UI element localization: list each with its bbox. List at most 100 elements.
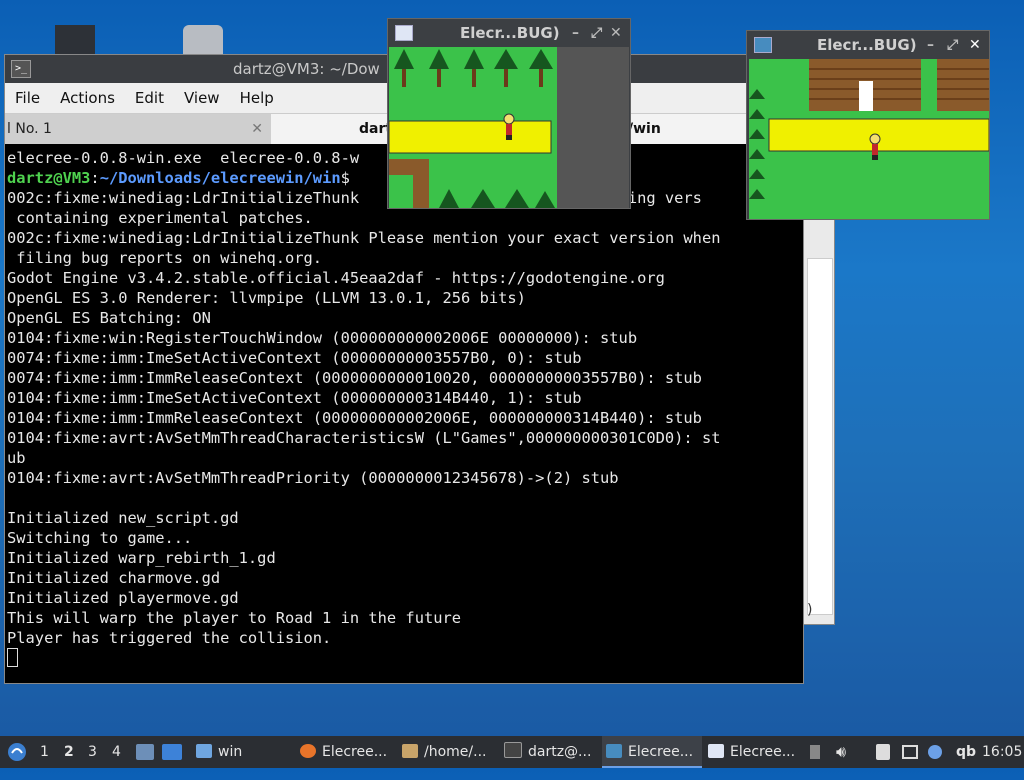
game-window-2[interactable]: Elecr...BUG) – ⤢ ✕ <box>746 30 990 220</box>
workspace-3[interactable]: 3 <box>88 736 97 768</box>
terminal-line-segment: 0104:fixme:imm:ImmReleaseContext (000000… <box>7 409 702 427</box>
game-window-1-title: Elecr...BUG) <box>460 24 560 42</box>
terminal-line: filing bug reports on winehq.org. <box>7 248 801 268</box>
taskbar-app-godot-label: Elecree... <box>628 744 694 760</box>
workspace-1[interactable]: 1 <box>40 736 49 768</box>
terminal-cursor-line <box>7 648 801 669</box>
terminal-line-segment: dartz@VM3 <box>7 169 91 187</box>
menu-view[interactable]: View <box>174 89 230 107</box>
terminal-output[interactable]: elecree-0.0.8-win.exe elecree-0.0.8-w dar… <box>5 145 803 683</box>
folder-launcher[interactable]: win <box>196 736 242 768</box>
terminal-line-segment: ~/Downloads/elecreewin/win <box>99 169 341 187</box>
terminal-line: Initialized new_script.gd <box>7 508 801 528</box>
terminal-line: OpenGL ES 3.0 Renderer: llvmpipe (LLVM 1… <box>7 288 801 308</box>
tab-1[interactable]: l No. 1 ✕ <box>5 114 271 144</box>
game-viewport-2[interactable] <box>749 59 989 219</box>
folder-launcher-label: win <box>218 744 243 760</box>
game-window-1-titlebar[interactable]: Elecr...BUG) – ⤢ ✕ <box>388 19 630 47</box>
firefox-icon <box>300 744 316 758</box>
terminal-line: containing experimental patches. <box>7 208 801 228</box>
terminal-line-segment: 0104:fixme:imm:ImeSetActiveContext (0000… <box>7 389 582 407</box>
app-launcher-icon[interactable] <box>162 744 182 760</box>
terminal-line-segment: 002c:fixme:winediag:LdrInitializeThunk P… <box>7 229 721 247</box>
network-icon[interactable] <box>902 745 918 759</box>
terminal-icon <box>504 742 522 758</box>
archive-icon <box>402 744 418 758</box>
clock[interactable]: 16:05 <box>982 736 1022 768</box>
volume-icon[interactable]: 🔊︎ <box>836 736 846 768</box>
terminal-line: Initialized charmove.gd <box>7 568 801 588</box>
background-window[interactable]: ) <box>800 215 835 625</box>
terminal-line: 0074:fixme:imm:ImeSetActiveContext (0000… <box>7 348 801 368</box>
terminal-line: 002c:fixme:winediag:LdrInitializeThunk P… <box>7 228 801 248</box>
terminal-line-segment: filing bug reports on winehq.org. <box>7 249 323 267</box>
close-icon[interactable]: ✕ <box>610 19 622 47</box>
terminal-line-segment: 0074:fixme:imm:ImmReleaseContext (000000… <box>7 369 702 387</box>
window-icon <box>708 744 724 758</box>
terminal-line: Initialized warp_rebirth_1.gd <box>7 548 801 568</box>
terminal-line: 0104:fixme:win:RegisterTouchWindow (0000… <box>7 328 801 348</box>
terminal-line-segment: Initialized playermove.gd <box>7 589 239 607</box>
clipboard-icon[interactable] <box>876 744 890 760</box>
game-scene-2 <box>749 59 989 219</box>
terminal-line: Switching to game... <box>7 528 801 548</box>
terminal-line-segment: 0104:fixme:win:RegisterTouchWindow (0000… <box>7 329 638 347</box>
taskbar-app-firefox[interactable]: Elecree... <box>296 736 396 768</box>
taskbar-app-firefox-label: Elecree... <box>322 744 388 760</box>
menu-actions[interactable]: Actions <box>50 89 125 107</box>
terminal-line-segment: This will warp the player to Road 1 in t… <box>7 609 462 627</box>
workspace-2[interactable]: 2 <box>64 736 74 768</box>
show-desktop-icon[interactable] <box>136 744 154 760</box>
terminal-line: 0104:fixme:imm:ImmReleaseContext (000000… <box>7 408 801 428</box>
terminal-line: 0104:fixme:imm:ImeSetActiveContext (0000… <box>7 388 801 408</box>
terminal-line-segment: Initialized charmove.gd <box>7 569 221 587</box>
game-scene-1 <box>389 47 629 208</box>
taskbar-app-terminal-label: dartz@... <box>528 744 592 760</box>
terminal-line-segment: 0104:fixme:avrt:AvSetMmThreadPriority (0… <box>7 469 619 487</box>
game-window-1[interactable]: Elecr...BUG) – ⤢ ✕ <box>387 18 631 209</box>
background-window-pane <box>807 258 833 615</box>
minimize-icon[interactable]: – <box>572 19 579 47</box>
menu-file[interactable]: File <box>5 89 50 107</box>
terminal-line-segment: Player has triggered the collision. <box>7 629 332 647</box>
terminal-line-segment: OpenGL ES Batching: ON <box>7 309 211 327</box>
tab-2-suffix: /win <box>628 121 661 137</box>
taskbar-app-window-label: Elecree... <box>730 744 796 760</box>
start-menu-icon[interactable] <box>6 736 28 768</box>
taskbar: 1 2 3 4 win Elecree... /home/... dartz@.… <box>0 736 1024 768</box>
menu-help[interactable]: Help <box>230 89 284 107</box>
background-window-text: ) <box>807 602 813 618</box>
terminal-line: Initialized playermove.gd <box>7 588 801 608</box>
desktop-icon-trash[interactable] <box>183 25 223 55</box>
maximize-icon[interactable]: ⤢ <box>591 19 602 47</box>
workspace-4[interactable]: 4 <box>112 736 121 768</box>
terminal-line-segment: Initialized new_script.gd <box>7 509 239 527</box>
taskbar-app-godot[interactable]: Elecree... <box>602 736 702 768</box>
maximize-icon[interactable]: ⤢ <box>947 31 958 59</box>
taskbar-app-archive[interactable]: /home/... <box>398 736 498 768</box>
notification-icon[interactable] <box>928 745 942 759</box>
tray-text[interactable]: qb <box>956 736 976 768</box>
menu-edit[interactable]: Edit <box>125 89 174 107</box>
terminal-line-segment: Initialized warp_rebirth_1.gd <box>7 549 276 567</box>
terminal-line: 0074:fixme:imm:ImmReleaseContext (000000… <box>7 368 801 388</box>
game-viewport-1[interactable] <box>389 47 629 208</box>
terminal-line: ub <box>7 448 801 468</box>
window-icon <box>395 25 413 41</box>
scroll-arrow-icon[interactable] <box>810 745 820 759</box>
desktop-icon-dark[interactable] <box>55 25 95 55</box>
terminal-line-segment: 0074:fixme:imm:ImeSetActiveContext (0000… <box>7 349 582 367</box>
game-window-2-title: Elecr...BUG) <box>817 36 917 54</box>
minimize-icon[interactable]: – <box>927 31 934 59</box>
terminal-line-segment: ub <box>7 449 26 467</box>
terminal-line-segment: OpenGL ES 3.0 Renderer: llvmpipe (LLVM 1… <box>7 289 526 307</box>
taskbar-app-window[interactable]: Elecree... <box>704 736 804 768</box>
close-tab-icon[interactable]: ✕ <box>251 114 263 144</box>
terminal-cursor <box>7 648 18 667</box>
taskbar-app-terminal[interactable]: dartz@... <box>500 736 600 768</box>
terminal-line: 0104:fixme:avrt:AvSetMmThreadCharacteris… <box>7 428 801 448</box>
terminal-icon: >_ <box>11 60 31 78</box>
close-icon[interactable]: ✕ <box>969 31 981 59</box>
game-window-2-titlebar[interactable]: Elecr...BUG) – ⤢ ✕ <box>747 31 989 59</box>
